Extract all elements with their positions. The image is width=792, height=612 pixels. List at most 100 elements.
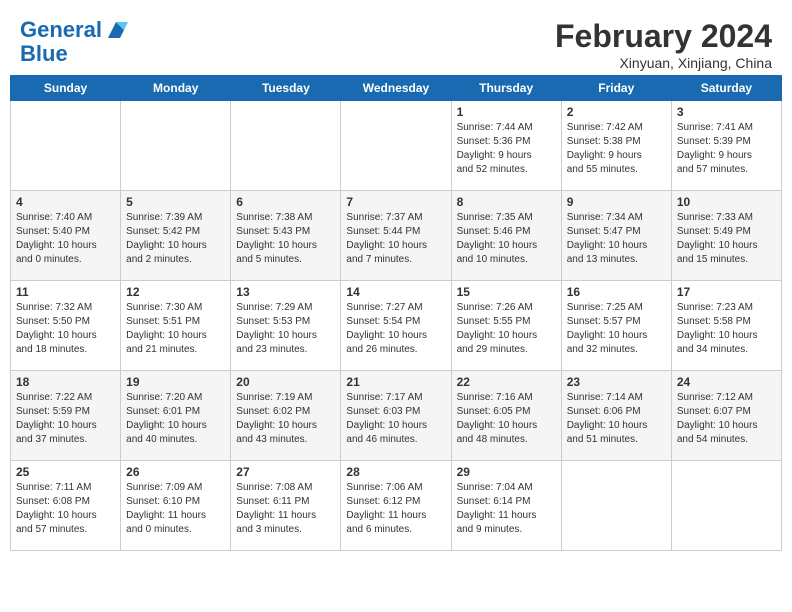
weekday-header-sunday: Sunday bbox=[11, 76, 121, 101]
day-info: Sunrise: 7:39 AM Sunset: 5:42 PM Dayligh… bbox=[126, 211, 225, 267]
day-number: 10 bbox=[677, 195, 776, 209]
day-cell-2: 2Sunrise: 7:42 AM Sunset: 5:38 PM Daylig… bbox=[561, 101, 671, 191]
day-number: 6 bbox=[236, 195, 335, 209]
day-number: 7 bbox=[346, 195, 445, 209]
day-info: Sunrise: 7:09 AM Sunset: 6:10 PM Dayligh… bbox=[126, 481, 225, 537]
day-number: 14 bbox=[346, 285, 445, 299]
day-cell-26: 26 Sunrise: 7:09 AM Sunset: 6:10 PM Dayli… bbox=[121, 461, 231, 551]
day-number: 25 bbox=[16, 465, 115, 479]
day-cell-14: 14 Sunrise: 7:27 AM Sunset: 5:54 PM Dayli… bbox=[341, 281, 451, 371]
day-info: Sunrise: 7:35 AM Sunset: 5:46 PM Dayligh… bbox=[457, 211, 556, 267]
header: General Blue February 2024 Xinyuan, Xinj… bbox=[10, 10, 782, 75]
day-number: 15 bbox=[457, 285, 556, 299]
day-info: Sunrise: 7:29 AM Sunset: 5:53 PM Dayligh… bbox=[236, 301, 335, 357]
day-cell-6: 6 Sunrise: 7:38 AM Sunset: 5:43 PM Daylig… bbox=[231, 191, 341, 281]
week-row-4: 18Sunrise: 7:22 AM Sunset: 5:59 PM Dayli… bbox=[11, 371, 782, 461]
day-info: Sunrise: 7:25 AM Sunset: 5:57 PM Dayligh… bbox=[567, 301, 666, 357]
day-info: Sunrise: 7:12 AM Sunset: 6:07 PM Dayligh… bbox=[677, 391, 776, 447]
day-info: Sunrise: 7:41 AM Sunset: 5:39 PM Dayligh… bbox=[677, 121, 776, 177]
day-info: Sunrise: 7:20 AM Sunset: 6:01 PM Dayligh… bbox=[126, 391, 225, 447]
calendar-title: February 2024 bbox=[555, 18, 772, 55]
day-cell-7: 7 Sunrise: 7:37 AM Sunset: 5:44 PM Daylig… bbox=[341, 191, 451, 281]
day-info: Sunrise: 7:27 AM Sunset: 5:54 PM Dayligh… bbox=[346, 301, 445, 357]
logo: General Blue bbox=[20, 18, 128, 66]
day-cell-23: 23Sunrise: 7:14 AM Sunset: 6:06 PM Dayli… bbox=[561, 371, 671, 461]
day-cell-24: 24Sunrise: 7:12 AM Sunset: 6:07 PM Dayli… bbox=[671, 371, 781, 461]
day-cell-13: 13 Sunrise: 7:29 AM Sunset: 5:53 PM Dayli… bbox=[231, 281, 341, 371]
week-row-5: 25 Sunrise: 7:11 AM Sunset: 6:08 PM Dayli… bbox=[11, 461, 782, 551]
empty-cell bbox=[121, 101, 231, 191]
day-info: Sunrise: 7:33 AM Sunset: 5:49 PM Dayligh… bbox=[677, 211, 776, 267]
weekday-header-monday: Monday bbox=[121, 76, 231, 101]
day-info: Sunrise: 7:19 AM Sunset: 6:02 PM Dayligh… bbox=[236, 391, 335, 447]
day-cell-5: 5 Sunrise: 7:39 AM Sunset: 5:42 PM Daylig… bbox=[121, 191, 231, 281]
day-info: Sunrise: 7:23 AM Sunset: 5:58 PM Dayligh… bbox=[677, 301, 776, 357]
week-row-2: 4 Sunrise: 7:40 AM Sunset: 5:40 PM Daylig… bbox=[11, 191, 782, 281]
day-number: 2 bbox=[567, 105, 666, 119]
day-number: 11 bbox=[16, 285, 115, 299]
day-info: Sunrise: 7:32 AM Sunset: 5:50 PM Dayligh… bbox=[16, 301, 115, 357]
day-cell-8: 8 Sunrise: 7:35 AM Sunset: 5:46 PM Daylig… bbox=[451, 191, 561, 281]
day-info: Sunrise: 7:37 AM Sunset: 5:44 PM Dayligh… bbox=[346, 211, 445, 267]
day-info: Sunrise: 7:08 AM Sunset: 6:11 PM Dayligh… bbox=[236, 481, 335, 537]
day-info: Sunrise: 7:22 AM Sunset: 5:59 PM Dayligh… bbox=[16, 391, 115, 447]
day-number: 4 bbox=[16, 195, 115, 209]
day-cell-20: 20 Sunrise: 7:19 AM Sunset: 6:02 PM Dayli… bbox=[231, 371, 341, 461]
day-number: 27 bbox=[236, 465, 335, 479]
day-cell-22: 22 Sunrise: 7:16 AM Sunset: 6:05 PM Dayli… bbox=[451, 371, 561, 461]
day-cell-15: 15 Sunrise: 7:26 AM Sunset: 5:55 PM Dayli… bbox=[451, 281, 561, 371]
weekday-header-friday: Friday bbox=[561, 76, 671, 101]
empty-cell bbox=[11, 101, 121, 191]
day-cell-1: 1Sunrise: 7:44 AM Sunset: 5:36 PM Daylig… bbox=[451, 101, 561, 191]
day-info: Sunrise: 7:30 AM Sunset: 5:51 PM Dayligh… bbox=[126, 301, 225, 357]
day-info: Sunrise: 7:04 AM Sunset: 6:14 PM Dayligh… bbox=[457, 481, 556, 537]
day-number: 20 bbox=[236, 375, 335, 389]
day-info: Sunrise: 7:11 AM Sunset: 6:08 PM Dayligh… bbox=[16, 481, 115, 537]
day-number: 8 bbox=[457, 195, 556, 209]
day-number: 9 bbox=[567, 195, 666, 209]
day-cell-19: 19 Sunrise: 7:20 AM Sunset: 6:01 PM Dayli… bbox=[121, 371, 231, 461]
day-cell-27: 27 Sunrise: 7:08 AM Sunset: 6:11 PM Dayli… bbox=[231, 461, 341, 551]
day-cell-9: 9 Sunrise: 7:34 AM Sunset: 5:47 PM Daylig… bbox=[561, 191, 671, 281]
day-info: Sunrise: 7:38 AM Sunset: 5:43 PM Dayligh… bbox=[236, 211, 335, 267]
logo-text: General bbox=[20, 18, 102, 42]
day-number: 26 bbox=[126, 465, 225, 479]
day-info: Sunrise: 7:26 AM Sunset: 5:55 PM Dayligh… bbox=[457, 301, 556, 357]
day-number: 22 bbox=[457, 375, 556, 389]
weekday-header-thursday: Thursday bbox=[451, 76, 561, 101]
day-number: 13 bbox=[236, 285, 335, 299]
day-cell-16: 16 Sunrise: 7:25 AM Sunset: 5:57 PM Dayli… bbox=[561, 281, 671, 371]
day-number: 17 bbox=[677, 285, 776, 299]
day-number: 12 bbox=[126, 285, 225, 299]
day-number: 3 bbox=[677, 105, 776, 119]
day-info: Sunrise: 7:34 AM Sunset: 5:47 PM Dayligh… bbox=[567, 211, 666, 267]
week-row-1: 1Sunrise: 7:44 AM Sunset: 5:36 PM Daylig… bbox=[11, 101, 782, 191]
day-cell-12: 12 Sunrise: 7:30 AM Sunset: 5:51 PM Dayli… bbox=[121, 281, 231, 371]
logo-blue-text: Blue bbox=[20, 41, 68, 66]
week-row-3: 11 Sunrise: 7:32 AM Sunset: 5:50 PM Dayli… bbox=[11, 281, 782, 371]
empty-cell bbox=[671, 461, 781, 551]
empty-cell bbox=[341, 101, 451, 191]
day-info: Sunrise: 7:16 AM Sunset: 6:05 PM Dayligh… bbox=[457, 391, 556, 447]
day-cell-18: 18Sunrise: 7:22 AM Sunset: 5:59 PM Dayli… bbox=[11, 371, 121, 461]
day-cell-21: 21Sunrise: 7:17 AM Sunset: 6:03 PM Dayli… bbox=[341, 371, 451, 461]
calendar-table: SundayMondayTuesdayWednesdayThursdayFrid… bbox=[10, 75, 782, 551]
day-cell-3: 3 Sunrise: 7:41 AM Sunset: 5:39 PM Daylig… bbox=[671, 101, 781, 191]
day-info: Sunrise: 7:40 AM Sunset: 5:40 PM Dayligh… bbox=[16, 211, 115, 267]
day-number: 5 bbox=[126, 195, 225, 209]
day-info: Sunrise: 7:44 AM Sunset: 5:36 PM Dayligh… bbox=[457, 121, 556, 177]
day-info: Sunrise: 7:06 AM Sunset: 6:12 PM Dayligh… bbox=[346, 481, 445, 537]
day-number: 23 bbox=[567, 375, 666, 389]
title-area: February 2024 Xinyuan, Xinjiang, China bbox=[555, 18, 772, 71]
day-number: 21 bbox=[346, 375, 445, 389]
day-number: 19 bbox=[126, 375, 225, 389]
day-number: 16 bbox=[567, 285, 666, 299]
day-cell-28: 28 Sunrise: 7:06 AM Sunset: 6:12 PM Dayli… bbox=[341, 461, 451, 551]
weekday-header-wednesday: Wednesday bbox=[341, 76, 451, 101]
day-number: 28 bbox=[346, 465, 445, 479]
logo-icon bbox=[104, 18, 128, 42]
calendar-subtitle: Xinyuan, Xinjiang, China bbox=[555, 55, 772, 71]
empty-cell bbox=[561, 461, 671, 551]
weekday-header-saturday: Saturday bbox=[671, 76, 781, 101]
day-cell-17: 17 Sunrise: 7:23 AM Sunset: 5:58 PM Dayli… bbox=[671, 281, 781, 371]
